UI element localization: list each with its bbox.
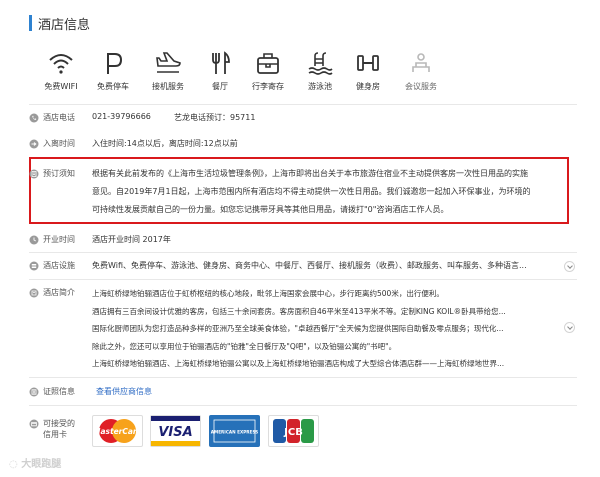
- facility-parking: 免费停车: [82, 50, 144, 102]
- opening-date: 酒店开业时间 2017年: [92, 235, 171, 244]
- booking-phone: 艺龙电话预订：95711: [174, 113, 256, 122]
- divider: [29, 279, 577, 280]
- row-key: 可接受的: [43, 419, 75, 428]
- notice-line: 意见。自2019年7月1日起，上海市范围内所有酒店均不得主动提供一次性日用品。我…: [92, 187, 531, 196]
- jcb-logo: JCB: [268, 415, 319, 447]
- credit-card-icon: [29, 419, 39, 429]
- expand-intro-button[interactable]: [564, 322, 575, 333]
- swimming-pool-icon: [308, 52, 333, 75]
- clock-icon: [29, 235, 39, 245]
- intro-line: 除此之外，您还可以享用位于铂骊酒店的"铂雅"全日餐厅及"Q吧"，以及铂骊公寓的"…: [92, 342, 397, 351]
- card-name: JCB: [283, 427, 303, 438]
- intro-line: 国际化厨师团队为您打造品种多样的亚洲乃至全球美食体验，"卓越西餐厅"全天候为您提…: [92, 324, 504, 333]
- airplane-icon: [156, 52, 181, 73]
- intro-line: 酒店拥有三百余间设计优雅的客房，包括三十余间套房。客房面积自46平米至413平米…: [92, 307, 506, 316]
- intro-icon: [29, 288, 39, 298]
- row-key: 入离时间: [43, 139, 75, 148]
- divider: [29, 377, 577, 378]
- dumbbell-icon: [357, 55, 379, 71]
- row-key: 酒店简介: [43, 288, 75, 297]
- checkin-times: 入住时间:14点以后，离店时间:12点以前: [92, 139, 238, 148]
- phone-icon: [29, 113, 39, 123]
- watermark: ◌ 大眼跑腿: [9, 455, 61, 470]
- license-icon: [29, 387, 39, 397]
- row-key: 信用卡: [43, 430, 67, 439]
- intro-line: 上海虹桥绿地铂骊酒店、上海虹桥绿地铂骊公寓以及上海虹桥绿地铂骊酒店构成了大型综合…: [92, 359, 505, 368]
- facility-label: 会议服务: [405, 82, 437, 91]
- row-key: 证照信息: [43, 387, 75, 396]
- divider: [29, 252, 577, 253]
- expand-facilities-button[interactable]: [564, 261, 575, 272]
- facilities-list: 免费Wifi、免费停车、游泳池、健身房、商务中心、中餐厅、西餐厅、接机服务（收费…: [92, 261, 527, 270]
- intro-line: 上海虹桥绿地铂骊酒店位于虹桥枢纽的核心地段，毗邻上海国家会展中心，步行距离约50…: [92, 289, 444, 298]
- section-title: 酒店信息: [38, 17, 91, 33]
- meeting-icon: [412, 53, 430, 72]
- section-header: 酒店信息: [29, 13, 90, 33]
- visa-logo: VISA: [150, 415, 201, 447]
- notice-icon: [29, 169, 39, 179]
- mastercard-logo: MasterCard: [92, 415, 143, 447]
- row-key: 预订须知: [43, 169, 75, 178]
- hotel-phone: 021-39796666: [92, 112, 151, 121]
- watermark-text: 大眼跑腿: [21, 459, 62, 470]
- luggage-icon: [257, 53, 279, 74]
- facilities-icon: [29, 261, 39, 271]
- notice-line: 根据有关此前发布的《上海市生活垃圾管理条例》，上海市即将出台关于本市旅游住宿业不…: [92, 169, 528, 178]
- facility-meeting: 会议服务: [390, 50, 452, 102]
- card-name: AMERICAN EXPRESS: [211, 430, 258, 435]
- facility-label: 免费停车: [97, 82, 129, 91]
- title-accent-bar: [29, 15, 32, 31]
- parking-icon: [107, 53, 123, 74]
- row-key: 酒店设施: [43, 261, 75, 270]
- divider: [29, 104, 577, 105]
- notice-line: 可持续性发展贡献自己的一份力量。如您忘记携带牙具等其他日用品，请拨打"0"咨询酒…: [92, 205, 449, 214]
- row-key: 开业时间: [43, 235, 75, 244]
- amex-logo: AMERICAN EXPRESS: [209, 415, 260, 447]
- fork-knife-icon: [212, 51, 230, 74]
- facility-icons: 免费WIFI 免费停车 接机服务 餐厅 行李寄存 游泳池 健身房 会议服务: [30, 50, 590, 102]
- card-name: VISA: [158, 425, 192, 440]
- checkin-icon: [29, 139, 39, 149]
- supplier-info-link[interactable]: 查看供应商信息: [96, 386, 152, 397]
- divider: [29, 405, 577, 406]
- watermark-logo-icon: ◌: [9, 459, 22, 470]
- wifi-icon: [49, 54, 73, 74]
- row-key: 酒店电话: [43, 113, 75, 122]
- card-name: MasterCard: [93, 427, 142, 436]
